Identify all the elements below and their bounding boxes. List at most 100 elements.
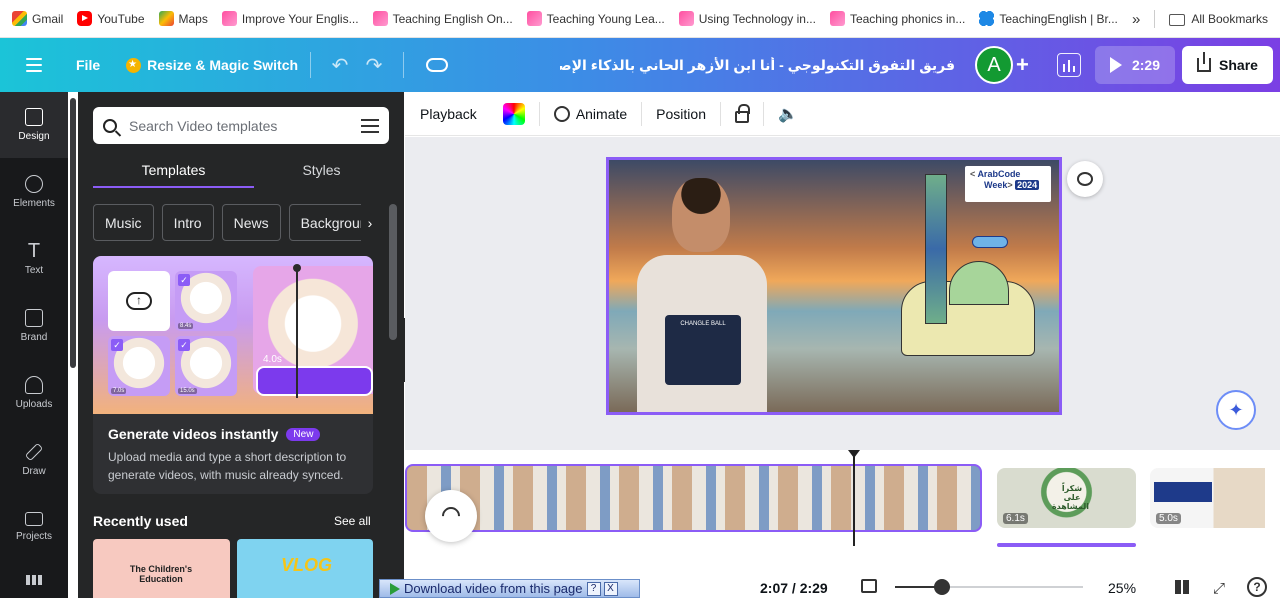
undo-icon[interactable]: ↶ (323, 53, 357, 78)
bookmark-teachingenglish[interactable]: TeachingEnglish | Br... (979, 11, 1118, 26)
rail-scrollbar[interactable] (70, 98, 76, 368)
text-icon: T (27, 240, 41, 262)
chip-news[interactable]: News (221, 204, 281, 241)
card-illustration: ✓ 8.4s ✓ 7.0s ✓ 15.0s 4.0s (93, 256, 373, 414)
time-readout: 2:07 / 2:29 (760, 580, 828, 596)
bookmark-teaching-english-online[interactable]: Teaching English On... (372, 11, 513, 26)
magic-assistant-button[interactable]: ✦ (1216, 390, 1256, 430)
add-comment-button[interactable] (1067, 161, 1103, 197)
user-avatar[interactable]: A (975, 46, 1013, 84)
file-menu[interactable]: File (76, 57, 100, 73)
see-all-link[interactable]: See all (334, 514, 371, 528)
timeline-clip[interactable]: شكراً على المشاهدة 6.1s (997, 468, 1136, 528)
toolbar-divider (538, 101, 540, 126)
audio-track-bar[interactable] (997, 543, 1136, 547)
mosque-dome (949, 261, 1009, 305)
rail-item-design[interactable]: Design (0, 92, 68, 158)
bookmark-gmail[interactable]: Gmail (12, 11, 63, 26)
side-rail: Design Elements T Text Brand Uploads Dra… (0, 92, 68, 598)
boy-head (672, 178, 730, 252)
position-button[interactable]: Position (656, 106, 706, 122)
upload-cloud-icon (126, 292, 152, 310)
card-description: Upload media and type a short descriptio… (108, 450, 347, 482)
fullscreen-icon[interactable]: ⤢ (1213, 580, 1225, 597)
panel-scrollbar[interactable] (389, 204, 397, 340)
generate-videos-card[interactable]: ✓ 8.4s ✓ 7.0s ✓ 15.0s 4.0s Generate vide… (93, 256, 373, 494)
redo-icon[interactable]: ↷ (357, 53, 391, 78)
chip-intro[interactable]: Intro (161, 204, 214, 241)
present-play-button[interactable]: 2:29 (1095, 46, 1175, 84)
color-picker-button[interactable] (502, 102, 525, 125)
zoom-level[interactable]: 25% (1108, 580, 1136, 596)
download-video-bar[interactable]: Download video from this page ? X (379, 579, 640, 598)
timeline-clip[interactable]: 5.0s (1150, 468, 1265, 528)
timeline-view-icon[interactable] (861, 579, 877, 593)
rail-item-draw[interactable]: Draw (0, 427, 68, 493)
header-divider (403, 52, 405, 78)
folder-icon (25, 512, 43, 526)
filter-icon[interactable] (361, 117, 379, 133)
rail-item-brand[interactable]: Brand (0, 293, 68, 359)
resize-magic-switch-button[interactable]: Resize & Magic Switch (126, 57, 298, 73)
rail-item-uploads[interactable]: Uploads (0, 360, 68, 426)
timeline-clip-selected[interactable] (405, 464, 982, 532)
bookmark-teaching-young-learners[interactable]: Teaching Young Lea... (526, 11, 665, 26)
lock-button[interactable] (734, 103, 750, 123)
bookmark-favicon (221, 11, 237, 26)
play-icon (1109, 57, 1122, 73)
canvas-area: CHANGLE BALL < ArabCode Week> 2024 ✦ (405, 137, 1280, 450)
chip-music[interactable]: Music (93, 204, 154, 241)
download-help-icon[interactable]: ? (586, 581, 601, 596)
download-video-link[interactable]: Download video from this page (404, 581, 583, 596)
search-input[interactable] (129, 117, 349, 134)
recent-template[interactable]: The Children's Education (93, 539, 230, 598)
elements-icon (25, 175, 43, 193)
category-chips: Music Intro News Backgrounds (93, 204, 373, 241)
more-bookmarks-button[interactable]: » (1132, 11, 1140, 28)
tab-templates[interactable]: Templates (93, 154, 254, 190)
chevron-right-icon[interactable]: › (361, 204, 379, 241)
insights-icon[interactable] (1057, 53, 1081, 77)
tab-styles[interactable]: Styles (254, 154, 389, 190)
design-icon (25, 108, 43, 126)
cloud-graphic[interactable] (972, 236, 1008, 248)
download-close-icon[interactable]: X (603, 581, 618, 596)
rail-item-text[interactable]: T Text (0, 226, 68, 292)
recent-template[interactable]: VLOG (237, 539, 373, 598)
menu-icon[interactable] (26, 58, 44, 72)
all-bookmarks-button[interactable]: All Bookmarks (1169, 12, 1268, 26)
canvas-scrollbar[interactable] (1270, 137, 1280, 450)
apps-grid-icon (26, 574, 42, 585)
rail-item-apps[interactable] (0, 561, 68, 598)
zoom-slider-handle[interactable] (934, 579, 950, 595)
checkbox-icon: ✓ (178, 339, 190, 351)
help-icon[interactable]: ? (1247, 577, 1267, 597)
bookmark-youtube[interactable]: YouTube (77, 11, 145, 26)
add-collaborator-icon[interactable]: + (1016, 52, 1029, 78)
search-icon (103, 118, 117, 133)
animate-button[interactable]: Animate (553, 105, 627, 122)
share-button[interactable]: Share (1182, 46, 1273, 84)
arabcode-week-logo[interactable]: < ArabCode Week> 2024 (965, 166, 1051, 202)
audio-waveform (256, 366, 373, 396)
grid-view-icon[interactable] (1175, 580, 1189, 594)
checkbox-icon: ✓ (178, 274, 190, 286)
bookmark-favicon (829, 11, 845, 26)
design-title[interactable]: فريق التفوق التكنولوجي - أنا ابن الأزهر … (560, 57, 955, 74)
bookmark-maps[interactable]: Maps (158, 11, 208, 26)
bookmark-improve-english[interactable]: Improve Your Englis... (221, 11, 359, 26)
playhead[interactable] (848, 450, 860, 546)
search-bar (93, 107, 389, 144)
boy-image[interactable]: CHANGLE BALL (637, 170, 767, 412)
playback-button[interactable]: Playback (420, 106, 477, 122)
bookmark-using-technology[interactable]: Using Technology in... (678, 11, 816, 26)
maps-icon (158, 11, 174, 26)
bookmark-teaching-phonics[interactable]: Teaching phonics in... (829, 11, 965, 26)
rail-item-elements[interactable]: Elements (0, 159, 68, 225)
cloud-save-icon[interactable] (426, 58, 449, 72)
rail-item-projects[interactable]: Projects (0, 494, 68, 560)
zoom-slider[interactable] (895, 579, 1083, 595)
volume-button[interactable]: 🔈 (778, 104, 798, 124)
slide-canvas[interactable]: CHANGLE BALL < ArabCode Week> 2024 (606, 157, 1062, 415)
brand-icon (25, 309, 43, 327)
